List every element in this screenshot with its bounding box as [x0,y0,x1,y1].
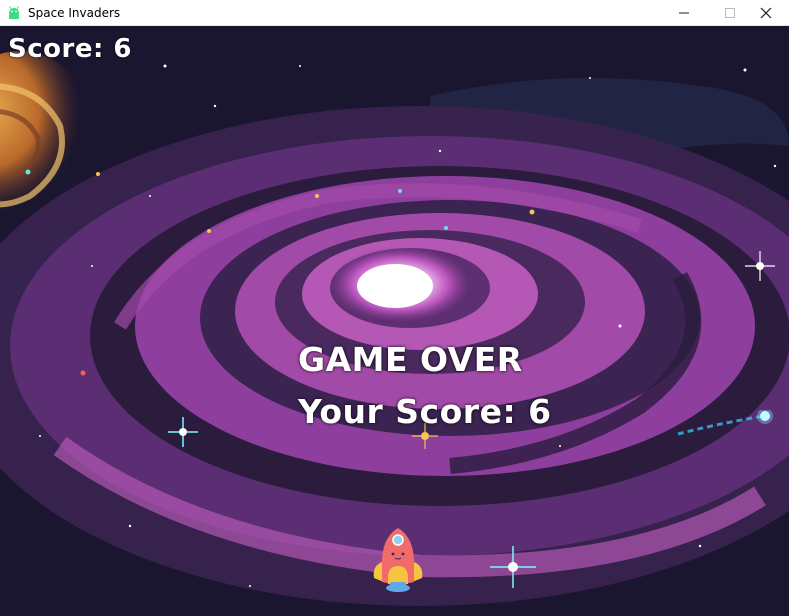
minimize-button[interactable] [661,0,707,26]
title-bar[interactable]: Space Invaders [0,0,789,26]
maximize-icon [725,8,735,18]
minimize-icon [679,8,689,18]
game-canvas[interactable]: Score: 6 GAME OVER Your Score: 6 [0,26,789,616]
final-score-text: Your Score: 6 [298,392,552,431]
player-ship-icon [373,528,423,592]
comet-icon [677,410,773,436]
close-button[interactable] [743,0,789,26]
game-over-title: GAME OVER [298,340,523,379]
window-title: Space Invaders [28,6,121,20]
score-counter: Score: 6 [8,34,132,64]
game-window: Space Invaders Score: 6 GAME OVER Your S… [0,0,789,616]
close-icon [760,7,772,19]
android-icon [6,5,22,21]
